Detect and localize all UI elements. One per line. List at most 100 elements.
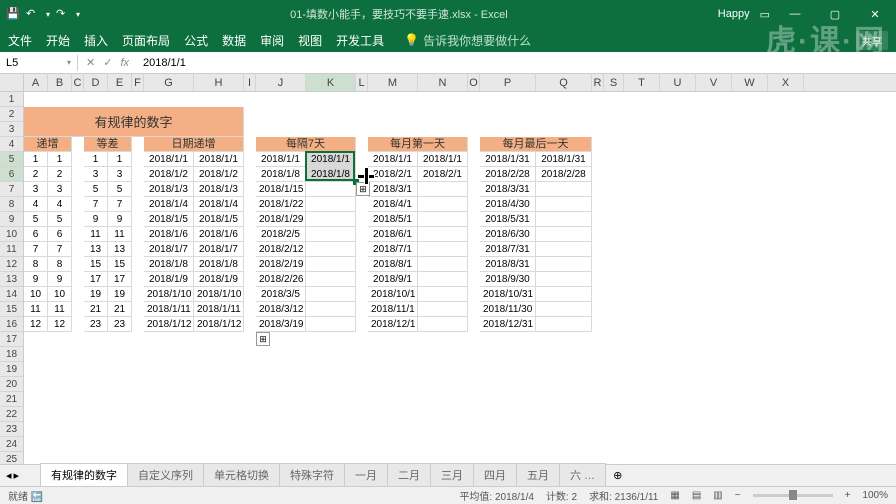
data-cell[interactable]: 7 <box>24 242 48 257</box>
data-cell[interactable]: 19 <box>108 287 132 302</box>
data-cell[interactable]: 5 <box>108 182 132 197</box>
row-header-7[interactable]: 7 <box>0 182 23 197</box>
data-cell[interactable]: 3 <box>84 167 108 182</box>
data-cell[interactable] <box>536 257 592 272</box>
sheet-tab[interactable]: 特殊字符 <box>279 463 345 488</box>
section-header[interactable]: 日期递增 <box>144 137 244 152</box>
col-header-T[interactable]: T <box>624 74 660 91</box>
data-cell[interactable]: 2018/8/31 <box>480 257 536 272</box>
sheet-tab[interactable]: 单元格切换 <box>203 463 280 488</box>
section-header[interactable]: 每月最后一天 <box>480 137 592 152</box>
row-header-24[interactable]: 24 <box>0 437 23 452</box>
tab-insert[interactable]: 插入 <box>84 32 108 49</box>
data-cell[interactable]: 2018/7/31 <box>480 242 536 257</box>
data-cell[interactable]: 10 <box>24 287 48 302</box>
data-cell[interactable]: 2018/1/22 <box>256 197 306 212</box>
col-header-Q[interactable]: Q <box>536 74 592 91</box>
col-header-J[interactable]: J <box>256 74 306 91</box>
col-header-G[interactable]: G <box>144 74 194 91</box>
data-cell[interactable]: 23 <box>84 317 108 332</box>
row-header-21[interactable]: 21 <box>0 392 23 407</box>
zoom-level[interactable]: 100% <box>862 490 888 501</box>
data-cell[interactable]: 12 <box>24 317 48 332</box>
data-cell[interactable]: 2018/11/1 <box>368 302 418 317</box>
data-cell[interactable]: 1 <box>24 152 48 167</box>
col-header-M[interactable]: M <box>368 74 418 91</box>
enter-formula-icon[interactable]: ✓ <box>103 56 112 69</box>
data-cell[interactable]: 2018/1/12 <box>194 317 244 332</box>
section-header[interactable]: 每隔7天 <box>256 137 356 152</box>
data-cell[interactable]: 10 <box>48 287 72 302</box>
data-cell[interactable] <box>536 272 592 287</box>
data-cell[interactable]: 2018/1/6 <box>194 227 244 242</box>
data-cell[interactable] <box>536 242 592 257</box>
data-cell[interactable]: 2018/1/2 <box>194 167 244 182</box>
data-cell[interactable] <box>306 272 356 287</box>
tab-review[interactable]: 审阅 <box>260 32 284 49</box>
data-cell[interactable]: 4 <box>24 197 48 212</box>
data-cell[interactable]: 2018/2/1 <box>418 167 468 182</box>
data-cell[interactable]: 2018/1/4 <box>194 197 244 212</box>
data-cell[interactable] <box>536 227 592 242</box>
data-cell[interactable]: 2018/2/5 <box>256 227 306 242</box>
col-header-U[interactable]: U <box>660 74 696 91</box>
row-header-10[interactable]: 10 <box>0 227 23 242</box>
col-header-D[interactable]: D <box>84 74 108 91</box>
data-cell[interactable]: 3 <box>108 167 132 182</box>
data-cell[interactable]: 4 <box>48 197 72 212</box>
tab-developer[interactable]: 开发工具 <box>336 32 384 49</box>
data-cell[interactable] <box>306 257 356 272</box>
data-cell[interactable]: 7 <box>48 242 72 257</box>
save-icon[interactable]: 💾 <box>6 7 20 21</box>
data-cell[interactable]: 2018/1/6 <box>144 227 194 242</box>
col-header-R[interactable]: R <box>592 74 604 91</box>
data-cell[interactable]: 2018/1/31 <box>536 152 592 167</box>
data-cell[interactable] <box>306 317 356 332</box>
view-normal-icon[interactable]: ▦ <box>670 490 679 501</box>
tab-data[interactable]: 数据 <box>222 32 246 49</box>
formula-bar[interactable]: 2018/1/1 <box>137 55 896 71</box>
title-cell[interactable]: 有规律的数字 <box>24 107 244 137</box>
row-header-17[interactable]: 17 <box>0 332 23 347</box>
sheet-tab[interactable]: 自定义序列 <box>127 463 204 488</box>
data-cell[interactable]: 3 <box>24 182 48 197</box>
data-cell[interactable]: 5 <box>24 212 48 227</box>
data-cell[interactable]: 11 <box>84 227 108 242</box>
data-cell[interactable]: 12 <box>48 317 72 332</box>
col-header-K[interactable]: K <box>306 74 356 91</box>
data-cell[interactable]: 2 <box>24 167 48 182</box>
data-cell[interactable]: 2018/9/1 <box>368 272 418 287</box>
data-cell[interactable]: 2018/1/1 <box>144 152 194 167</box>
autofill-options-button[interactable]: ⊞ <box>256 332 270 346</box>
data-cell[interactable] <box>536 197 592 212</box>
sheet-tab[interactable]: 四月 <box>473 463 517 488</box>
data-cell[interactable]: 2018/1/10 <box>144 287 194 302</box>
data-cell[interactable]: 2018/1/9 <box>144 272 194 287</box>
data-cell[interactable] <box>536 182 592 197</box>
row-header-15[interactable]: 15 <box>0 302 23 317</box>
tab-home[interactable]: 开始 <box>46 32 70 49</box>
data-cell[interactable]: 7 <box>108 197 132 212</box>
zoom-in-icon[interactable]: + <box>845 490 851 501</box>
data-cell[interactable] <box>306 212 356 227</box>
row-header-19[interactable]: 19 <box>0 362 23 377</box>
row-header-14[interactable]: 14 <box>0 287 23 302</box>
col-header-E[interactable]: E <box>108 74 132 91</box>
data-cell[interactable]: 2018/2/19 <box>256 257 306 272</box>
row-header-6[interactable]: 6 <box>0 167 23 182</box>
data-cell[interactable]: 2018/1/1 <box>256 152 306 167</box>
data-cell[interactable]: 2018/8/1 <box>368 257 418 272</box>
data-cell[interactable]: 2018/2/28 <box>480 167 536 182</box>
row-header-23[interactable]: 23 <box>0 422 23 437</box>
row-header-22[interactable]: 22 <box>0 407 23 422</box>
tab-nav-prev-icon[interactable]: ◂ <box>6 469 12 482</box>
data-cell[interactable]: 2018/5/31 <box>480 212 536 227</box>
data-cell[interactable] <box>418 242 468 257</box>
data-cell[interactable]: 2018/3/1 <box>368 182 418 197</box>
data-cell[interactable]: 2018/1/31 <box>480 152 536 167</box>
data-cell[interactable]: 2018/2/26 <box>256 272 306 287</box>
data-cell[interactable]: 2018/1/8 <box>194 257 244 272</box>
tab-nav-next-icon[interactable]: ▸ <box>14 469 20 482</box>
col-header-C[interactable]: C <box>72 74 84 91</box>
row-header-3[interactable]: 3 <box>0 122 23 137</box>
